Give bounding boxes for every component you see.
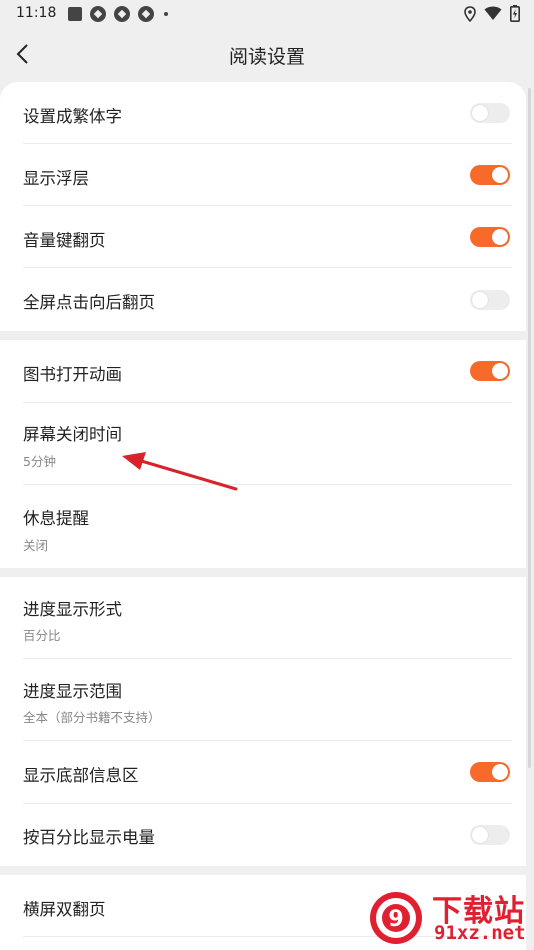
settings-group-1: 设置成繁体字 显示浮层 音量键翻页 全屏点击向后翻页 bbox=[0, 82, 526, 331]
setting-label: 显示底部信息区 bbox=[23, 766, 139, 785]
setting-show-bottom-info[interactable]: 显示底部信息区 bbox=[0, 741, 526, 804]
fullscreen-tap-forward-toggle[interactable] bbox=[470, 290, 510, 310]
toggle-knob bbox=[492, 363, 508, 379]
setting-label: 按百分比显示电量 bbox=[23, 828, 155, 847]
square-icon bbox=[68, 7, 82, 21]
setting-label: 音量键翻页 bbox=[23, 231, 106, 250]
setting-label: 设置成繁体字 bbox=[23, 107, 122, 126]
setting-label: 显示浮层 bbox=[23, 169, 89, 188]
setting-label: 休息提醒 bbox=[23, 509, 89, 528]
settings-group-3: 进度显示形式 百分比 进度显示范围 全本（部分书籍不支持） 显示底部信息区 按百… bbox=[0, 577, 526, 866]
show-overlay-toggle[interactable] bbox=[470, 165, 510, 185]
page-title: 阅读设置 bbox=[228, 46, 305, 68]
status-bar: 11:18 bbox=[0, 0, 534, 28]
show-bottom-info-toggle[interactable] bbox=[470, 762, 510, 782]
traditional-chinese-toggle[interactable] bbox=[470, 103, 510, 123]
setting-value: 全本（部分书籍不支持） bbox=[23, 710, 161, 725]
setting-value: 百分比 bbox=[23, 628, 61, 643]
watermark: 9 下载站 91xz.net bbox=[362, 886, 534, 950]
setting-progress-range[interactable]: 进度显示范围 全本（部分书籍不支持） bbox=[0, 659, 526, 741]
toggle-knob bbox=[492, 764, 508, 780]
app-icon bbox=[90, 6, 106, 22]
wifi-icon bbox=[484, 6, 502, 20]
volume-key-page-toggle[interactable] bbox=[470, 227, 510, 247]
system-icons bbox=[464, 5, 520, 22]
location-icon bbox=[464, 5, 476, 22]
toggle-knob bbox=[472, 827, 488, 843]
setting-label: 进度显示范围 bbox=[23, 682, 122, 701]
setting-battery-percent[interactable]: 按百分比显示电量 bbox=[0, 804, 526, 866]
setting-show-overlay[interactable]: 显示浮层 bbox=[0, 144, 526, 206]
setting-fullscreen-tap-forward[interactable]: 全屏点击向后翻页 bbox=[0, 268, 526, 331]
dot-icon bbox=[164, 12, 168, 16]
navigation-bar: 阅读设置 bbox=[0, 28, 534, 82]
setting-rest-reminder[interactable]: 休息提醒 关闭 bbox=[0, 485, 526, 568]
watermark-logo-text: 9 bbox=[388, 907, 403, 932]
toggle-knob bbox=[492, 167, 508, 183]
setting-value: 5分钟 bbox=[23, 454, 56, 469]
watermark-domain: 91xz.net bbox=[434, 922, 526, 944]
app-icon bbox=[114, 6, 130, 22]
status-time: 11:18 bbox=[16, 5, 57, 21]
setting-value: 关闭 bbox=[23, 538, 49, 553]
app-icon bbox=[138, 6, 154, 22]
book-open-animation-toggle[interactable] bbox=[470, 361, 510, 381]
setting-label: 横屏双翻页 bbox=[23, 900, 106, 919]
setting-label: 屏幕关闭时间 bbox=[23, 425, 122, 444]
toggle-knob bbox=[472, 292, 488, 308]
scrollbar[interactable] bbox=[528, 88, 531, 768]
annotation-arrow bbox=[122, 452, 238, 491]
notification-icons bbox=[68, 6, 168, 22]
setting-screen-off-time[interactable]: 屏幕关闭时间 5分钟 bbox=[0, 403, 526, 485]
settings-group-2: 图书打开动画 屏幕关闭时间 5分钟 休息提醒 关闭 bbox=[0, 340, 526, 568]
setting-progress-format[interactable]: 进度显示形式 百分比 bbox=[0, 577, 526, 659]
setting-traditional-chinese[interactable]: 设置成繁体字 bbox=[0, 82, 526, 144]
setting-label: 图书打开动画 bbox=[23, 365, 122, 384]
setting-volume-key-page[interactable]: 音量键翻页 bbox=[0, 206, 526, 268]
setting-book-open-animation[interactable]: 图书打开动画 bbox=[0, 340, 526, 403]
toggle-knob bbox=[492, 229, 508, 245]
toggle-knob bbox=[472, 105, 488, 121]
setting-label: 全屏点击向后翻页 bbox=[23, 293, 155, 312]
watermark-logo: 9 bbox=[370, 892, 422, 944]
battery-icon bbox=[510, 5, 520, 22]
battery-percent-toggle[interactable] bbox=[470, 825, 510, 845]
setting-label: 进度显示形式 bbox=[23, 600, 122, 619]
